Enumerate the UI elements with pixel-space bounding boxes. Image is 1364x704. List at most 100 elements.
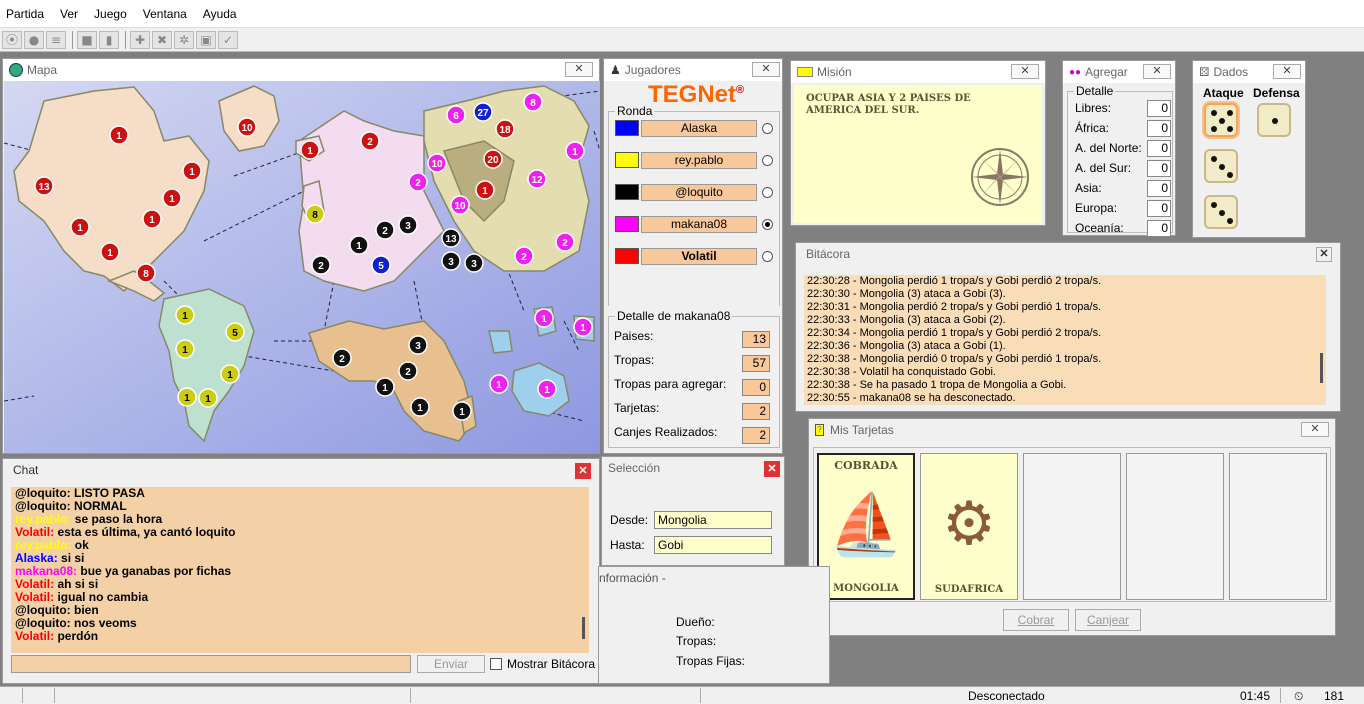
army-marker[interactable]: 3 (464, 253, 484, 273)
army-marker[interactable]: 1 (349, 235, 369, 255)
menu-juego[interactable]: Juego (94, 7, 127, 21)
army-marker[interactable]: 13 (34, 176, 54, 196)
world-map[interactable]: 1101311111812815111 12106 2781820112110321… (4, 81, 600, 453)
cards-close-button[interactable]: ✕ (1301, 422, 1329, 437)
army-marker[interactable]: 10 (427, 153, 447, 173)
army-marker[interactable]: 1 (177, 387, 197, 407)
player-radio[interactable] (762, 123, 773, 134)
chat-scrollbar[interactable] (582, 617, 585, 639)
army-marker[interactable]: 1 (220, 364, 240, 384)
army-marker[interactable]: 1 (70, 217, 90, 237)
army-marker[interactable]: 2 (311, 255, 331, 275)
army-marker[interactable]: 1 (452, 401, 472, 421)
army-marker[interactable]: 1 (109, 125, 129, 145)
player-color-swatch (615, 152, 639, 168)
army-marker[interactable]: 2 (408, 172, 428, 192)
menu-ayuda[interactable]: Ayuda (203, 7, 237, 21)
disconnect-icon[interactable]: ● (24, 30, 44, 49)
end-turn-icon[interactable]: ✓ (218, 30, 238, 49)
chat-user: Volatil: (15, 577, 55, 591)
army-marker[interactable]: 10 (450, 195, 470, 215)
army-marker[interactable]: 8 (305, 204, 325, 224)
army-marker[interactable]: 1 (537, 379, 557, 399)
empty-card-slot[interactable] (1229, 453, 1327, 600)
army-marker[interactable]: 2 (332, 348, 352, 368)
army-marker[interactable]: 1 (198, 388, 218, 408)
chat-text: perdón (54, 629, 99, 643)
to-field[interactable]: Gobi (654, 536, 772, 554)
army-marker[interactable]: 12 (527, 169, 547, 189)
country-card[interactable]: ⚙ SUDAFRICA (920, 453, 1018, 600)
army-marker[interactable]: 18 (495, 119, 515, 139)
army-marker[interactable]: 2 (514, 246, 534, 266)
dice-close-button[interactable]: ✕ (1273, 64, 1301, 79)
menu-ver[interactable]: Ver (60, 7, 78, 21)
army-marker[interactable]: 1 (100, 242, 120, 262)
chat-close-button[interactable]: ✕ (575, 463, 591, 479)
army-marker[interactable]: 6 (446, 105, 466, 125)
army-marker[interactable]: 5 (371, 255, 391, 275)
empty-card-slot[interactable] (1126, 453, 1224, 600)
players-close-button[interactable]: ✕ (752, 62, 780, 77)
mission-close-button[interactable]: ✕ (1011, 64, 1039, 79)
army-marker[interactable]: 8 (523, 92, 543, 112)
player-radio[interactable] (762, 155, 773, 166)
army-marker[interactable]: 3 (441, 251, 461, 271)
army-marker[interactable]: 1 (565, 141, 585, 161)
army-marker[interactable]: 1 (142, 209, 162, 229)
army-marker[interactable]: 1 (175, 305, 195, 325)
army-marker[interactable]: 3 (408, 335, 428, 355)
army-marker[interactable]: 5 (225, 322, 245, 342)
army-marker[interactable]: 27 (473, 102, 493, 122)
army-marker[interactable]: 1 (300, 140, 320, 160)
army-marker[interactable]: 1 (573, 317, 593, 337)
show-log-checkbox[interactable] (490, 658, 502, 670)
chat-user: Volatil: (15, 629, 55, 643)
country-card[interactable]: COBRADA ⛵ MONGOLIA (817, 453, 915, 600)
army-marker[interactable]: 2 (555, 232, 575, 252)
chat-input[interactable] (11, 655, 411, 673)
log-close-button[interactable]: ✕ (1316, 247, 1332, 262)
player-radio[interactable] (762, 251, 773, 262)
chat-window: Chat ✕ @loquito: LISTO PASA @loquito: NOR… (2, 458, 600, 684)
list-icon[interactable]: ≡ (46, 30, 66, 49)
army-marker[interactable]: 3 (398, 215, 418, 235)
from-field[interactable]: Mongolia (654, 511, 772, 529)
army-marker[interactable]: 20 (483, 149, 503, 169)
cards-icon[interactable]: ▣ (196, 30, 216, 49)
menu-partida[interactable]: Partida (6, 7, 44, 21)
connect-icon[interactable]: ⦿ (2, 30, 22, 49)
player-radio[interactable] (762, 187, 773, 198)
player-radio[interactable] (762, 219, 773, 230)
army-marker[interactable]: 2 (360, 131, 380, 151)
add-troops-icon[interactable]: ✚ (130, 30, 150, 49)
selection-close-button[interactable]: ✕ (764, 461, 780, 477)
army-marker[interactable]: 1 (475, 180, 495, 200)
army-marker[interactable]: 1 (375, 377, 395, 397)
army-marker[interactable]: 2 (375, 220, 395, 240)
army-marker[interactable]: 1 (182, 161, 202, 181)
army-marker[interactable]: 8 (136, 263, 156, 283)
menu-ventana[interactable]: Ventana (143, 7, 187, 21)
army-marker[interactable]: 13 (441, 228, 461, 248)
chat-text: esta es última, ya cantó loquito (54, 525, 236, 539)
collect-button[interactable]: Cobrar (1003, 609, 1069, 631)
exchange-button[interactable]: Canjear (1075, 609, 1141, 631)
empty-card-slot[interactable] (1023, 453, 1121, 600)
army-marker[interactable]: 1 (534, 308, 554, 328)
army-marker[interactable]: 1 (175, 339, 195, 359)
army-marker[interactable]: 2 (398, 361, 418, 381)
army-marker[interactable]: 1 (162, 188, 182, 208)
regroup-icon[interactable]: ✲ (174, 30, 194, 49)
start-icon[interactable]: ■ (77, 30, 97, 49)
army-marker[interactable]: 10 (237, 117, 257, 137)
army-marker[interactable]: 1 (489, 374, 509, 394)
stop-icon[interactable]: ▮ (99, 30, 119, 49)
map-close-button[interactable]: ✕ (565, 62, 593, 77)
send-button[interactable]: Enviar (417, 655, 485, 673)
chat-message: rey.pablo: ok (15, 539, 589, 552)
add-close-button[interactable]: ✕ (1143, 64, 1171, 79)
log-scrollbar[interactable] (1320, 353, 1323, 383)
attack-icon[interactable]: ✖ (152, 30, 172, 49)
army-marker[interactable]: 1 (410, 397, 430, 417)
